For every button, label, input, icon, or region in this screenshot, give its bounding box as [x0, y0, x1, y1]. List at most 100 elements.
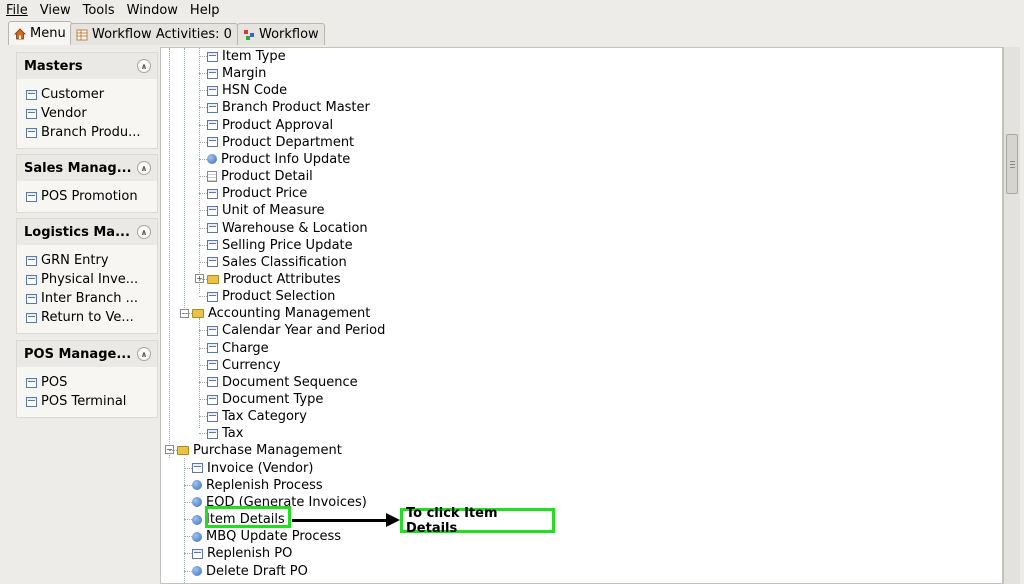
menu-file[interactable]: File [6, 3, 28, 18]
sidebar-group-header[interactable]: Logistics Ma... ∧ [17, 219, 157, 245]
sidebar-item-grn-entry[interactable]: GRN Entry [17, 251, 157, 270]
tree-guide [199, 48, 200, 293]
tree-item[interactable]: Replenish PO [184, 545, 293, 562]
tree-item[interactable]: Product Info Update [199, 151, 351, 168]
tree-item[interactable]: Selling Price Update [199, 237, 353, 254]
collapse-icon[interactable]: ∧ [137, 161, 151, 175]
annotation-highlight-box [205, 506, 291, 528]
window-icon [207, 377, 218, 388]
menu-window[interactable]: Window [127, 3, 178, 18]
tree-item[interactable]: Product Department [199, 134, 354, 151]
tree-item[interactable]: Purchase Management [169, 442, 342, 459]
tree-item[interactable]: Product Attributes [199, 271, 341, 288]
sidebar-item-vendor[interactable]: Vendor [17, 104, 157, 123]
menu-view[interactable]: View [40, 3, 71, 18]
tree-item-label: Product Selection [222, 289, 336, 305]
sidebar-item-return-to-vendor[interactable]: Return to Ve... [17, 308, 157, 327]
tree-item-label: Product Approval [222, 117, 334, 133]
window-icon [26, 89, 37, 100]
menu-tree[interactable]: + − − Item Type Margin HSN Code Branch Prod… [160, 47, 1003, 584]
sidebar-group-header[interactable]: Masters ∧ [17, 53, 157, 79]
sidebar-item-pos[interactable]: POS [17, 373, 157, 392]
tree-item-label: Tax Category [222, 409, 307, 425]
tab-workflow[interactable]: Workflow [237, 23, 325, 45]
tree-item[interactable]: Replenish Process [184, 477, 323, 494]
menu-bar: File View Tools Window Help [0, 0, 1024, 20]
tree-item-label: Warehouse & Location [222, 220, 368, 236]
sidebar-item-branch-product[interactable]: Branch Produ... [17, 123, 157, 142]
window-icon [207, 240, 218, 251]
sidebar-group-header[interactable]: POS Manage... ∧ [17, 341, 157, 367]
tab-menu[interactable]: Menu [8, 21, 72, 45]
tree-item[interactable]: MBQ Update Process [184, 528, 341, 545]
collapse-icon[interactable]: ∧ [137, 225, 151, 239]
window-icon [207, 120, 218, 131]
tree-item-label: Currency [222, 357, 281, 373]
sidebar-item-pos-terminal[interactable]: POS Terminal [17, 392, 157, 411]
sidebar-item-customer[interactable]: Customer [17, 85, 157, 104]
tree-item-label: Product Price [222, 186, 308, 202]
tree-guide [199, 318, 200, 428]
tree-item[interactable]: Item Type [199, 48, 286, 65]
tree-item[interactable]: Unit of Measure [199, 202, 325, 219]
tree-item[interactable]: Branch Product Master [199, 99, 370, 116]
tree-item[interactable]: Margin [199, 65, 267, 82]
tab-workflow-activities[interactable]: Workflow Activities: 0 [70, 23, 238, 45]
tree-item-label: Accounting Management [208, 306, 371, 322]
window-icon [207, 68, 218, 79]
tree-item[interactable]: HSN Code [199, 82, 287, 99]
tree-item[interactable]: Product Selection [199, 288, 336, 305]
tree-item[interactable]: Charge [199, 340, 269, 357]
window-icon [26, 127, 37, 138]
tree-item[interactable]: Document Type [199, 391, 323, 408]
tree-item[interactable]: Product Price [199, 185, 308, 202]
tree-item[interactable]: Product Detail [199, 168, 313, 185]
tab-workflow-activities-label: Workflow Activities: 0 [92, 27, 232, 42]
tree-item[interactable]: Product Approval [199, 117, 334, 134]
tree-item-label: Replenish PO [207, 546, 293, 562]
tree-item[interactable]: Document Sequence [199, 374, 358, 391]
menu-help[interactable]: Help [190, 3, 220, 18]
tree-item[interactable]: Calendar Year and Period [199, 322, 386, 339]
scrollbar-thumb[interactable] [1006, 134, 1018, 194]
tree-item-label: Product Info Update [221, 151, 351, 167]
tab-bar: Menu Workflow Activities: 0 Workflow [0, 21, 1024, 45]
table-icon [76, 29, 88, 41]
home-icon [14, 27, 26, 40]
tree-guide [184, 458, 185, 583]
sidebar-item-physical-inventory[interactable]: Physical Inve... [17, 270, 157, 289]
menu-tools[interactable]: Tools [83, 3, 115, 18]
sidebar-item-inter-branch[interactable]: Inter Branch ... [17, 289, 157, 308]
sidebar-item-pos-promotion[interactable]: POS Promotion [17, 187, 157, 206]
tree-item-label: Product Attributes [223, 271, 341, 287]
tree-item[interactable]: Currency [199, 357, 281, 374]
tree-item[interactable]: Tax Category [199, 408, 307, 425]
sidebar-group-title: Sales Manag... [24, 160, 132, 176]
window-icon [26, 274, 37, 285]
vertical-scrollbar[interactable] [1003, 47, 1020, 584]
sidebar-group-header[interactable]: Sales Manag... ∧ [17, 155, 157, 181]
process-icon [192, 480, 202, 491]
tree-item[interactable]: Tax [199, 425, 243, 442]
window-icon [207, 205, 218, 216]
tab-workflow-label: Workflow [259, 27, 319, 42]
tree-item[interactable]: Accounting Management [184, 305, 371, 322]
tree-item[interactable]: Warehouse & Location [199, 220, 368, 237]
tree-item[interactable]: Invoice (Vendor) [184, 460, 314, 477]
window-icon [26, 377, 37, 388]
collapse-icon[interactable]: ∧ [137, 347, 151, 361]
tree-item-label: Purchase Management [193, 443, 342, 459]
sidebar-group-pos-management: POS Manage... ∧ POS POS Terminal [16, 340, 158, 418]
tree-item-label: Calendar Year and Period [222, 323, 386, 339]
sidebar-group-logistics: Logistics Ma... ∧ GRN Entry Physical Inv… [16, 218, 158, 334]
tree-item-label: Invoice (Vendor) [207, 460, 314, 476]
annotation-arrowhead [386, 513, 400, 527]
tree-item-label: Margin [222, 66, 267, 82]
tree-item[interactable]: Sales Classification [199, 254, 347, 271]
sidebar-group-title: Logistics Ma... [24, 224, 130, 240]
window-icon [26, 312, 37, 323]
tree-item[interactable]: Delete Draft PO [184, 563, 308, 580]
tree-item-label: Replenish Process [206, 477, 323, 493]
collapse-icon[interactable]: ∧ [137, 59, 151, 73]
tree-item-label: Product Detail [221, 169, 313, 185]
